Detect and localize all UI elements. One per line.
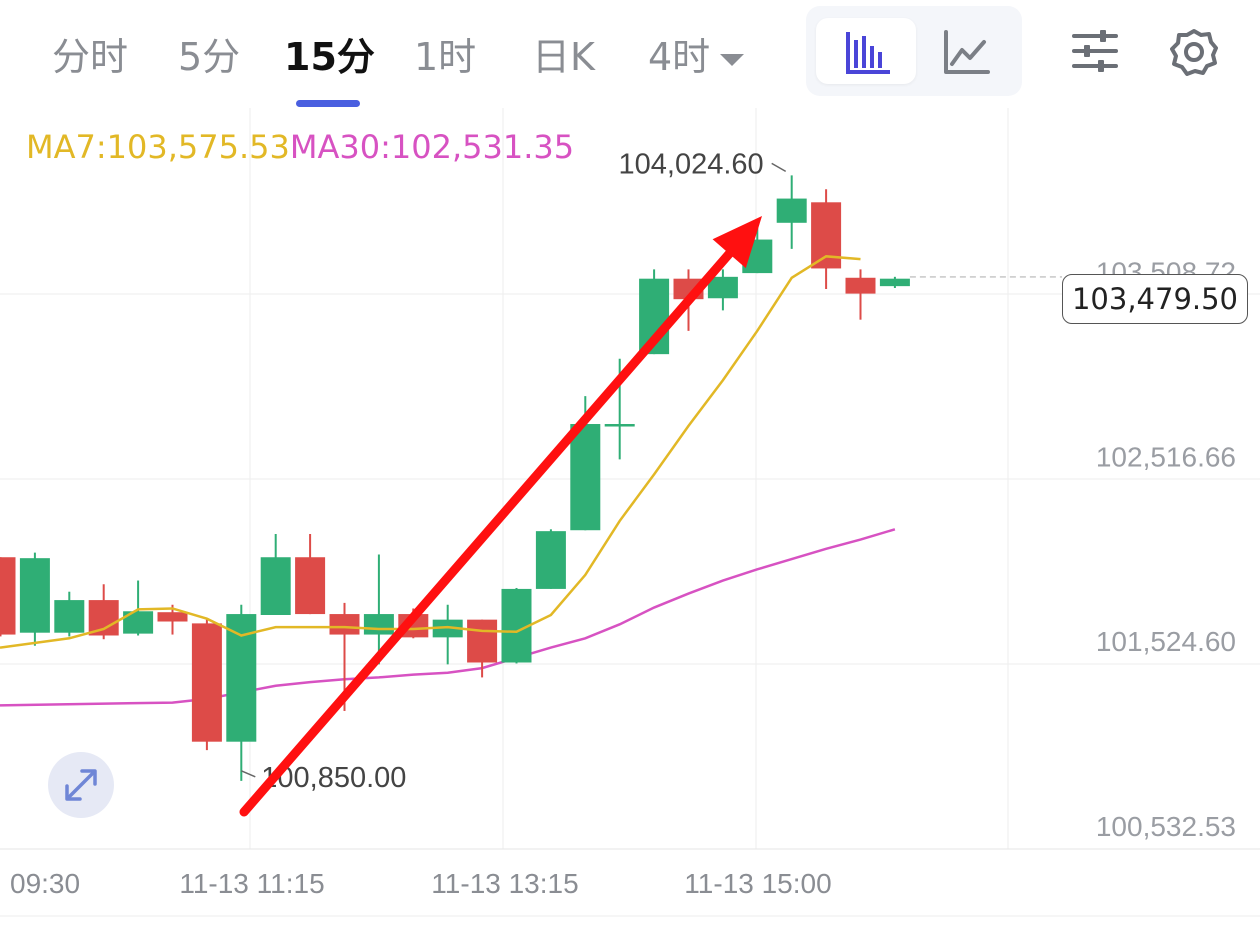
candle-down xyxy=(0,557,16,637)
candle-body xyxy=(260,557,291,615)
candle-body xyxy=(329,614,360,635)
candlestick-chart-button[interactable] xyxy=(816,18,916,84)
candle-body xyxy=(845,277,876,294)
chart-grid xyxy=(0,108,1260,917)
tab-daily-k[interactable]: 日K xyxy=(532,26,595,81)
interval-toolbar: 分时 5分 15分 1时 日K 4时 xyxy=(0,0,1260,108)
indicator-settings-icon xyxy=(1072,30,1118,72)
candlestick-chart-icon xyxy=(846,32,890,74)
tab-15min[interactable]: 15分 xyxy=(284,26,375,81)
candle-down xyxy=(295,533,326,615)
candle-up xyxy=(260,533,291,615)
candle-up xyxy=(54,591,85,637)
candle-body xyxy=(811,202,842,269)
trend-arrow-shaft xyxy=(239,249,734,817)
ma-legend: MA7:103,575.53MA30:102,531.35 xyxy=(26,128,574,166)
indicator-settings-button[interactable] xyxy=(1072,30,1118,76)
candlestick-chart[interactable]: 103,508.72102,516.66101,524.60100,532.53… xyxy=(0,108,1260,929)
y-axis-tick-label: 101,524.60 xyxy=(1096,626,1236,657)
candle-down xyxy=(811,189,842,289)
candle-body xyxy=(0,557,16,635)
ma7-legend-value: MA7:103,575.53 xyxy=(26,128,290,166)
candle-body xyxy=(54,600,85,633)
line-chart-icon xyxy=(944,30,990,74)
candle-body xyxy=(363,614,394,635)
x-axis-tick-label: 11-13 13:15 xyxy=(431,868,578,899)
active-tab-indicator xyxy=(296,100,360,107)
candle-body xyxy=(707,276,738,299)
settings-button[interactable] xyxy=(1170,28,1218,80)
line-chart-button[interactable] xyxy=(916,18,1016,84)
candle-body xyxy=(157,612,188,622)
low-label-leader xyxy=(241,770,256,778)
y-axis-tick-label: 100,532.53 xyxy=(1096,811,1236,842)
expand-icon xyxy=(65,769,97,801)
high-price-label: 104,024.60 xyxy=(619,148,764,180)
tab-4hour-label: 4时 xyxy=(648,35,711,79)
x-axis-tick-label: 09:30 xyxy=(10,868,80,899)
tab-1hour[interactable]: 1时 xyxy=(414,26,476,81)
candle-down xyxy=(191,618,222,751)
ma7-line xyxy=(0,255,861,649)
candle-body xyxy=(570,424,601,531)
ma30-legend-value: MA30:102,531.35 xyxy=(289,128,575,166)
chevron-down-icon xyxy=(720,53,745,66)
candle-up xyxy=(776,175,807,249)
last-price-tag[interactable]: 103,479.50 xyxy=(1062,274,1248,324)
candle-body xyxy=(879,278,910,287)
candle-body xyxy=(191,623,222,742)
candle-body xyxy=(295,557,326,615)
candle-body xyxy=(467,619,498,663)
y-axis-tick-label: 102,516.66 xyxy=(1096,441,1236,472)
candle-body xyxy=(776,198,807,223)
chart-type-toggle xyxy=(806,6,1022,96)
tab-5min[interactable]: 5分 xyxy=(178,26,240,81)
x-axis-tick-label: 11-13 11:15 xyxy=(179,868,324,899)
candle-down xyxy=(845,269,876,320)
expand-chart-button[interactable] xyxy=(48,752,114,818)
candle-body xyxy=(535,531,566,589)
candle-up xyxy=(535,529,566,589)
candle-body xyxy=(19,558,50,633)
candle-up xyxy=(879,276,910,289)
x-axis-tick-label: 11-13 15:00 xyxy=(684,868,831,899)
tab-4hour-dropdown[interactable]: 4时 xyxy=(648,26,745,81)
candle-up xyxy=(432,604,463,665)
high-label-leader xyxy=(771,162,787,173)
candle-body xyxy=(604,424,635,427)
candle-up xyxy=(19,552,50,646)
gear-icon xyxy=(1170,29,1218,76)
tab-time-sharing[interactable]: 分时 xyxy=(52,26,128,81)
